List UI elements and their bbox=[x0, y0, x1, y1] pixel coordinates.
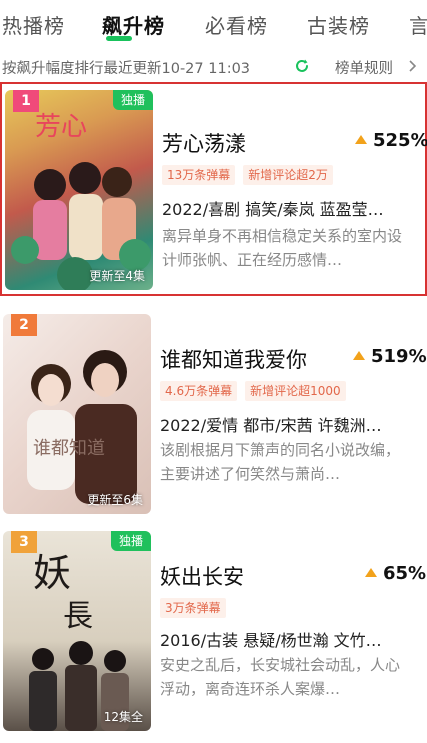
poster-image[interactable]: 妖 長 3 独播 12集全 bbox=[3, 531, 151, 731]
ranking-card[interactable]: 妖 長 3 独播 12集全 妖出长安 65% 3万条弹幕 2016/古装 悬疑/… bbox=[0, 527, 427, 733]
show-description: 该剧根据月下箫声的同名小说改编，主要讲述了何笑然与萧尚… bbox=[160, 441, 401, 483]
trend-percent: 525% bbox=[373, 130, 427, 151]
comment-tag: 新增评论超2万 bbox=[243, 165, 333, 185]
poster-artwork: 妖 長 bbox=[29, 551, 129, 731]
comment-tag: 新增评论超1000 bbox=[245, 381, 346, 401]
tab-must-watch[interactable]: 必看榜 bbox=[205, 10, 268, 39]
tag-row: 4.6万条弹幕 新增评论超1000 bbox=[160, 380, 354, 401]
episode-status: 更新至4集 bbox=[89, 269, 145, 283]
trend-value: 525% bbox=[355, 130, 427, 151]
svg-text:谁都知道: 谁都知道 bbox=[33, 438, 105, 459]
refresh-icon[interactable] bbox=[294, 58, 310, 74]
show-title[interactable]: 芳心荡漾 bbox=[162, 128, 246, 158]
episode-status: 更新至6集 bbox=[87, 493, 143, 507]
trend-up-icon bbox=[365, 568, 377, 577]
svg-text:妖: 妖 bbox=[33, 551, 71, 595]
poster-artwork: 谁都知道 bbox=[27, 350, 137, 504]
danmaku-tag: 3万条弹幕 bbox=[160, 598, 226, 618]
poster-artwork: 芳心 bbox=[11, 112, 151, 290]
tab-romance-partial[interactable]: 言 bbox=[409, 10, 427, 39]
episode-status: 12集全 bbox=[103, 710, 143, 724]
ranking-card[interactable]: 谁都知道 2 更新至6集 谁都知道我爱你 519% 4.6万条弹幕 新增评论超10… bbox=[0, 310, 427, 516]
exclusive-badge: 独播 bbox=[112, 90, 153, 110]
tag-row: 3万条弹幕 bbox=[160, 597, 234, 618]
trend-value: 519% bbox=[353, 346, 427, 367]
trend-percent: 65% bbox=[383, 563, 427, 584]
svg-text:長: 長 bbox=[63, 599, 93, 634]
show-meta: 2022/喜剧 搞笑/秦岚 蓝盈莹… bbox=[162, 200, 384, 219]
tab-rising[interactable]: 飙升榜 bbox=[102, 10, 165, 39]
rank-badge: 3 bbox=[11, 531, 37, 553]
show-title[interactable]: 谁都知道我爱你 bbox=[160, 344, 307, 374]
show-title[interactable]: 妖出长安 bbox=[160, 561, 244, 591]
svg-text:芳心: 芳心 bbox=[35, 112, 87, 142]
exclusive-badge: 独播 bbox=[110, 531, 151, 551]
tab-hot[interactable]: 热播榜 bbox=[2, 10, 65, 39]
show-description: 安史之乱后，长安城社会动乱，人心浮动，离奇连环杀人案爆… bbox=[160, 656, 401, 698]
danmaku-tag: 4.6万条弹幕 bbox=[160, 381, 238, 401]
ranking-info-bar: 按飙升幅度排行最近更新10-27 11:03 榜单规则 bbox=[0, 54, 427, 80]
poster-image[interactable]: 芳心 1 独播 更新至4集 bbox=[5, 90, 153, 290]
ranking-tabs: 热播榜 飙升榜 必看榜 古装榜 言 bbox=[0, 0, 427, 52]
rank-badge: 2 bbox=[11, 314, 37, 336]
trend-up-icon bbox=[353, 351, 365, 360]
active-tab-indicator bbox=[106, 36, 132, 41]
trend-up-icon bbox=[355, 135, 367, 144]
ranking-description: 按飙升幅度排行最近更新10-27 11:03 bbox=[2, 61, 251, 77]
show-meta: 2022/爱情 都市/宋茜 许魏洲… bbox=[160, 416, 382, 435]
trend-percent: 519% bbox=[371, 346, 427, 367]
chevron-right-icon[interactable] bbox=[406, 59, 420, 73]
show-description: 离异单身不再相信稳定关系的室内设计师张帆、正在经历感情… bbox=[162, 227, 403, 269]
show-meta: 2016/古装 悬疑/杨世瀚 文竹… bbox=[160, 631, 382, 650]
poster-image[interactable]: 谁都知道 2 更新至6集 bbox=[3, 314, 151, 514]
tag-row: 13万条弹幕 新增评论超2万 bbox=[162, 164, 341, 185]
trend-value: 65% bbox=[365, 563, 426, 584]
ranking-card[interactable]: 芳心 1 独播 更新至4集 芳心荡漾 525% 13万条弹幕 新增评论超2万 20… bbox=[0, 82, 427, 296]
danmaku-tag: 13万条弹幕 bbox=[162, 165, 236, 185]
rank-badge: 1 bbox=[13, 90, 39, 112]
ranking-rules-link[interactable]: 榜单规则 bbox=[335, 57, 393, 78]
tab-costume[interactable]: 古装榜 bbox=[307, 10, 370, 39]
